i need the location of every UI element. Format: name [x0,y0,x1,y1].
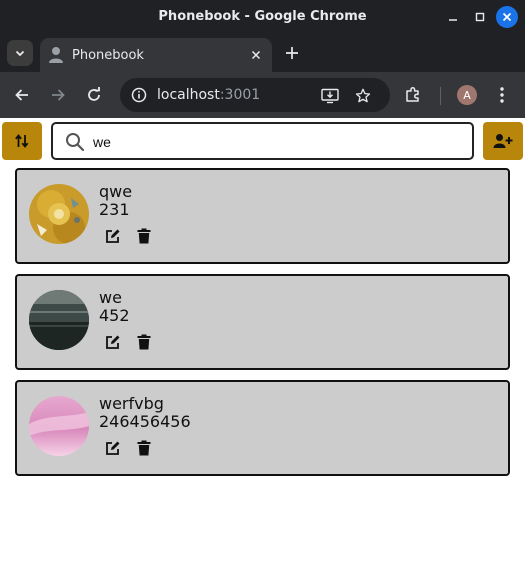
search-input[interactable] [93,131,453,153]
close-icon [502,12,512,22]
contact-name: we [99,288,122,307]
add-contact-button[interactable] [483,122,523,160]
edit-icon [106,335,120,349]
plus-icon [286,47,298,59]
tab-phonebook[interactable]: Phonebook [40,38,272,72]
contact-number: 452 [99,306,130,325]
minimize-icon [449,19,457,21]
install-app-icon[interactable] [320,86,340,106]
arrow-left-icon [15,89,28,101]
contact-avatar [29,290,89,350]
sort-button[interactable] [2,122,42,160]
extensions-button[interactable] [402,84,424,106]
trash-icon [137,228,151,244]
tab-title: Phonebook [72,48,144,63]
sort-arrows-icon [15,134,29,148]
arrow-right-icon [52,89,65,101]
tab-strip: Phonebook [0,34,525,72]
edit-button[interactable] [105,440,121,456]
toolbar-divider [440,87,441,105]
contact-card: qwe 231 [15,168,510,264]
site-info-icon[interactable] [130,86,148,104]
back-button[interactable] [10,83,34,107]
trash-icon [137,440,151,456]
delete-button[interactable] [137,440,151,456]
forward-button[interactable] [46,83,70,107]
url-host: localhost [157,87,220,103]
contact-number: 246456456 [99,412,191,431]
delete-button[interactable] [137,334,151,350]
edit-button[interactable] [105,334,121,350]
menu-button[interactable] [492,84,512,106]
title-bar: Phonebook - Google Chrome [0,0,525,34]
puzzle-icon [406,86,419,102]
edit-button[interactable] [105,228,121,244]
url-port: :3001 [219,87,261,103]
url-text: localhost:3001 [157,87,260,103]
phonebook-page: qwe 231 we 452 [0,118,525,576]
contact-name: qwe [99,182,133,201]
delete-button[interactable] [137,228,151,244]
maximize-icon [475,12,485,22]
profile-avatar[interactable]: A [457,85,477,105]
close-icon [251,50,261,60]
edit-icon [106,229,120,243]
new-tab-button[interactable] [281,42,303,64]
search-field[interactable] [51,122,474,160]
kebab-menu-icon [500,87,504,103]
tab-search-button[interactable] [7,40,33,66]
chevron-down-icon [15,50,25,57]
search-icon [65,132,85,152]
contact-card: werfvbg 246456456 [15,380,510,476]
reload-button[interactable] [82,83,106,107]
window-close-button[interactable] [496,6,518,28]
contact-card: we 452 [15,274,510,370]
contact-number: 231 [99,200,130,219]
minimize-button[interactable] [442,6,464,28]
add-user-icon [493,134,513,148]
address-bar[interactable]: localhost:3001 [120,78,390,112]
person-icon [48,46,64,68]
edit-icon [106,441,120,455]
tab-close-button[interactable] [248,47,264,63]
contact-name: werfvbg [99,394,164,413]
bookmark-star-icon[interactable] [353,86,373,106]
maximize-button[interactable] [469,6,491,28]
trash-icon [137,334,151,350]
reload-icon [88,87,100,101]
contact-avatar [29,184,89,244]
browser-toolbar: localhost:3001 A [0,72,525,118]
contact-avatar [29,396,89,456]
